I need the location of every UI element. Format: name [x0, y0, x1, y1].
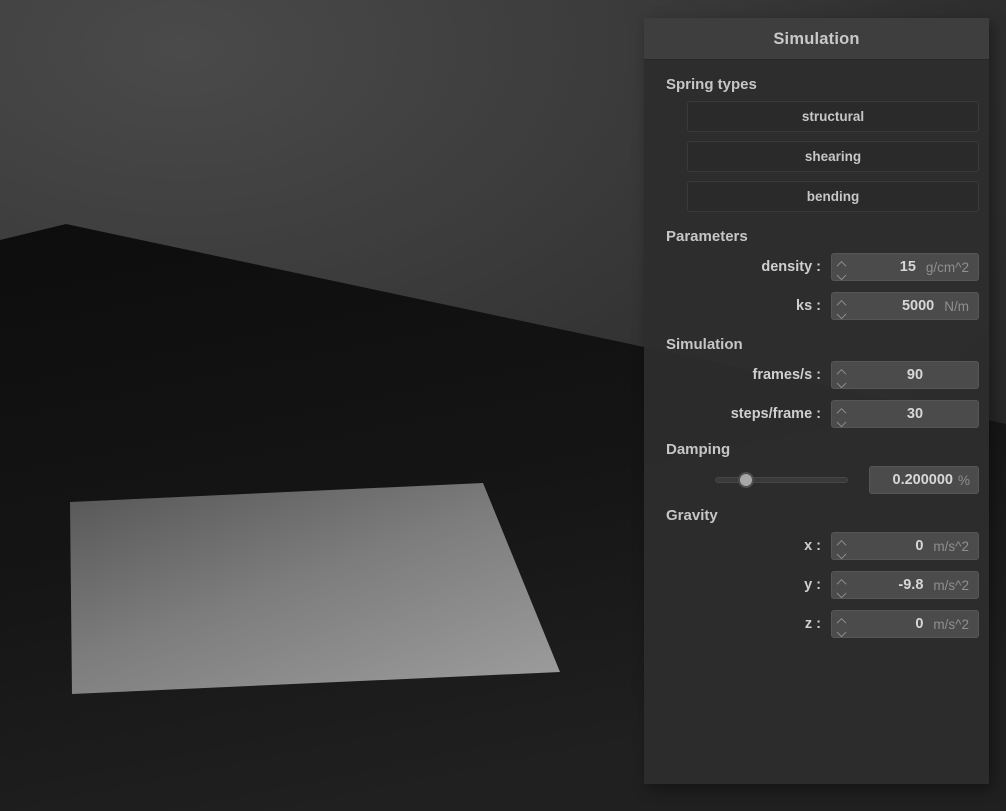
spring-type-button-shearing[interactable]: shearing: [687, 141, 979, 172]
chevron-down-icon[interactable]: [838, 269, 847, 274]
steps-per-frame-value[interactable]: 30: [852, 406, 978, 422]
spring-type-button-bending[interactable]: bending: [687, 181, 979, 212]
ks-unit: N/m: [944, 298, 969, 314]
spring-type-button-structural[interactable]: structural: [687, 101, 979, 132]
field-row-gravity-x: x : 0 m/s^2: [654, 532, 979, 560]
chevron-up-icon[interactable]: [838, 579, 847, 584]
spinbox-gravity-x[interactable]: 0 m/s^2: [831, 532, 979, 560]
gravity-y-unit: m/s^2: [933, 577, 969, 593]
chevron-down-icon[interactable]: [838, 626, 847, 631]
frames-per-second-stepper[interactable]: [832, 362, 852, 388]
steps-per-frame-stepper[interactable]: [832, 401, 852, 427]
spinbox-gravity-y[interactable]: -9.8 m/s^2: [831, 571, 979, 599]
damping-slider[interactable]: [715, 470, 848, 490]
section-heading-parameters: Parameters: [666, 228, 748, 245]
ks-value[interactable]: 5000: [852, 298, 940, 314]
simulation-panel: Simulation Spring types structural shear…: [644, 18, 989, 784]
chevron-down-icon[interactable]: [838, 416, 847, 421]
density-value[interactable]: 15: [852, 259, 922, 275]
spinbox-frames-per-second[interactable]: 90: [831, 361, 979, 389]
chevron-down-icon[interactable]: [838, 587, 847, 592]
field-row-frames-per-second: frames/s : 90: [654, 361, 979, 389]
label-density: density :: [761, 259, 821, 275]
chevron-up-icon[interactable]: [838, 300, 847, 305]
damping-slider-track[interactable]: [715, 477, 848, 483]
chevron-down-icon[interactable]: [838, 377, 847, 382]
density-unit: g/cm^2: [925, 259, 969, 275]
gravity-x-value[interactable]: 0: [852, 538, 929, 554]
panel-title[interactable]: Simulation: [644, 18, 989, 60]
label-gravity-y: y :: [804, 577, 821, 593]
chevron-up-icon[interactable]: [838, 408, 847, 413]
gravity-z-value[interactable]: 0: [852, 616, 929, 632]
gravity-z-stepper[interactable]: [832, 611, 852, 637]
panel-body: Spring types structural shearing bending…: [644, 76, 989, 638]
label-ks: ks :: [796, 298, 821, 314]
spring-type-row-structural: structural: [654, 101, 979, 132]
section-heading-gravity: Gravity: [666, 507, 718, 524]
field-row-ks: ks : 5000 N/m: [654, 292, 979, 320]
damping-slider-handle[interactable]: [738, 472, 755, 488]
spinbox-steps-per-frame[interactable]: 30: [831, 400, 979, 428]
chevron-up-icon[interactable]: [838, 540, 847, 545]
section-heading-spring-types: Spring types: [666, 76, 757, 93]
chevron-down-icon[interactable]: [838, 308, 847, 313]
application-window: Simulation Spring types structural shear…: [0, 0, 1006, 811]
section-heading-damping: Damping: [666, 441, 731, 458]
label-gravity-x: x :: [804, 538, 821, 554]
spinbox-gravity-z[interactable]: 0 m/s^2: [831, 610, 979, 638]
damping-valuebox[interactable]: 0.200000 %: [869, 466, 979, 494]
field-row-gravity-y: y : -9.8 m/s^2: [654, 571, 979, 599]
gravity-x-stepper[interactable]: [832, 533, 852, 559]
gravity-y-value[interactable]: -9.8: [852, 577, 929, 593]
chevron-up-icon[interactable]: [838, 369, 847, 374]
gravity-y-stepper[interactable]: [832, 572, 852, 598]
damping-row: 0.200000 %: [654, 466, 979, 494]
cloth-quad: [70, 483, 560, 694]
damping-value[interactable]: 0.200000: [893, 472, 956, 488]
spring-type-row-shearing: shearing: [654, 141, 979, 172]
label-gravity-z: z :: [804, 616, 821, 632]
field-row-steps-per-frame: steps/frame : 30: [654, 400, 979, 428]
label-frames-per-second: frames/s :: [752, 367, 821, 383]
spring-type-row-bending: bending: [654, 181, 979, 212]
field-row-density: density : 15 g/cm^2: [654, 253, 979, 281]
label-steps-per-frame: steps/frame :: [730, 406, 821, 422]
frames-per-second-value[interactable]: 90: [852, 367, 978, 383]
chevron-down-icon[interactable]: [838, 548, 847, 553]
density-stepper[interactable]: [832, 254, 852, 280]
ks-stepper[interactable]: [832, 293, 852, 319]
section-heading-simulation: Simulation: [666, 336, 743, 353]
chevron-up-icon[interactable]: [838, 618, 847, 623]
damping-unit: %: [957, 472, 970, 488]
chevron-up-icon[interactable]: [838, 261, 847, 266]
field-row-gravity-z: z : 0 m/s^2: [654, 610, 979, 638]
gravity-z-unit: m/s^2: [933, 616, 969, 632]
spinbox-density[interactable]: 15 g/cm^2: [831, 253, 979, 281]
spinbox-ks[interactable]: 5000 N/m: [831, 292, 979, 320]
gravity-x-unit: m/s^2: [933, 538, 969, 554]
